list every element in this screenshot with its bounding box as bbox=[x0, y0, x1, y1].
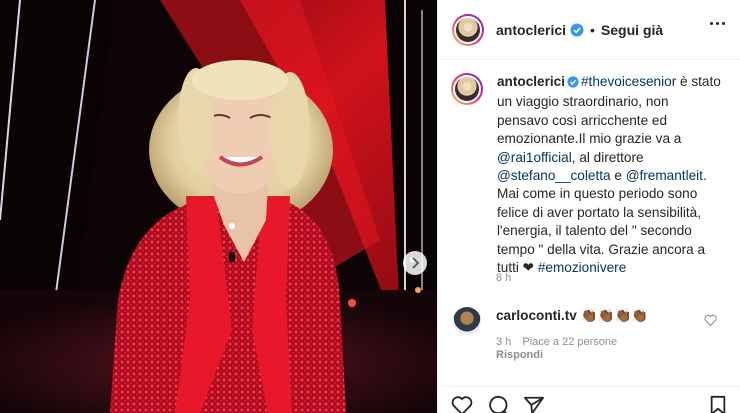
comment-text: carloconti.tv 👏🏾👏🏾👏🏾👏🏾 bbox=[496, 307, 648, 335]
hashtag-link[interactable]: #emozionivere bbox=[538, 260, 626, 275]
action-bar bbox=[437, 386, 740, 413]
comment-likes[interactable]: Piace a 22 persone bbox=[522, 336, 617, 348]
more-options-icon[interactable] bbox=[710, 22, 725, 25]
next-photo-button[interactable] bbox=[403, 251, 427, 275]
comment-icon[interactable] bbox=[487, 395, 509, 413]
chevron-right-icon bbox=[412, 257, 420, 269]
caption-username[interactable]: antoclerici bbox=[497, 74, 565, 89]
caption-avatar[interactable] bbox=[451, 73, 483, 105]
caption-row: antoclerici #thevoicesenior è stato un vi… bbox=[451, 73, 731, 277]
comment-username[interactable]: carloconti.tv bbox=[496, 308, 577, 323]
stage-photo-illustration bbox=[0, 0, 437, 413]
comment-time[interactable]: 3 h bbox=[496, 336, 511, 348]
caption-segment: . Mai come in questo periodo sono felice… bbox=[497, 168, 707, 276]
mention-link[interactable]: @rai1official bbox=[497, 150, 572, 165]
comment-body: 👏🏾👏🏾👏🏾👏🏾 bbox=[580, 308, 649, 323]
caption-segment: , al direttore bbox=[571, 149, 644, 165]
bookmark-icon[interactable] bbox=[709, 395, 727, 413]
following-button[interactable]: Segui già bbox=[601, 22, 663, 38]
comment-meta: 3 h Piace a 22 persone bbox=[496, 336, 625, 348]
mention-link[interactable]: @stefano__coletta bbox=[497, 168, 611, 183]
share-icon[interactable] bbox=[523, 395, 545, 413]
post-header: antoclerici • Segui già bbox=[438, 0, 740, 60]
avatar[interactable] bbox=[452, 13, 484, 46]
reply-button[interactable]: Rispondi bbox=[496, 349, 543, 361]
post-photo[interactable] bbox=[0, 0, 437, 413]
caption-segment: e bbox=[610, 168, 626, 184]
instagram-post: antoclerici • Segui già antoclerici #thev… bbox=[0, 0, 740, 413]
comment-avatar[interactable] bbox=[453, 307, 481, 335]
comment-heart-icon[interactable] bbox=[704, 313, 717, 331]
caption-timestamp[interactable]: 8 h bbox=[496, 272, 511, 284]
heart-icon[interactable] bbox=[451, 395, 473, 413]
hashtag-link[interactable]: #thevoicesenior bbox=[581, 74, 676, 89]
mention-link[interactable]: @fremantleit bbox=[626, 168, 703, 183]
header-username[interactable]: antoclerici bbox=[496, 22, 566, 38]
verified-badge-icon bbox=[567, 75, 579, 93]
comment-row: carloconti.tv 👏🏾👏🏾👏🏾👏🏾 bbox=[453, 307, 733, 335]
header-separator: • bbox=[590, 21, 595, 38]
verified-badge-icon bbox=[570, 23, 584, 37]
caption-text: antoclerici #thevoicesenior è stato un vi… bbox=[497, 73, 723, 277]
